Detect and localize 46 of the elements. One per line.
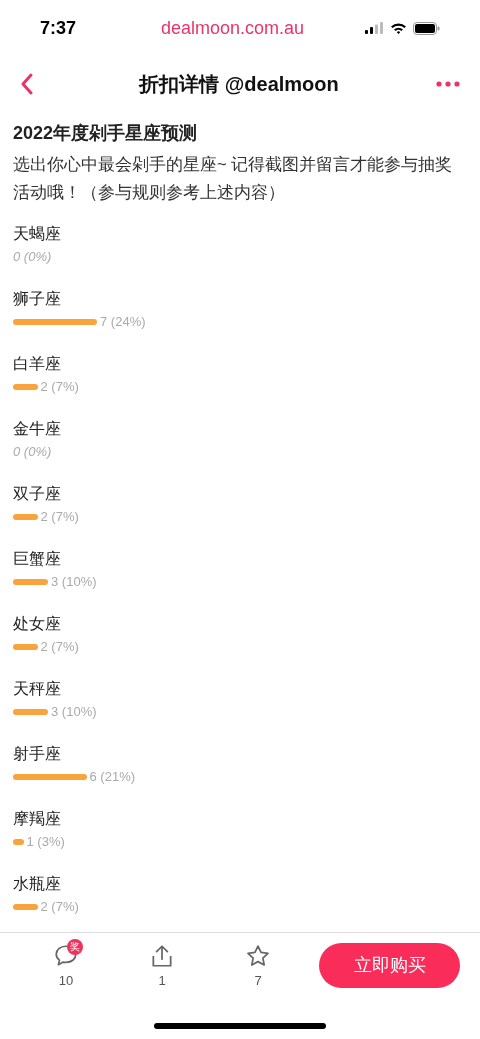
result-bar [13, 384, 38, 390]
buy-now-button[interactable]: 立即购买 [319, 943, 460, 988]
result-count: 6 (21%) [89, 768, 136, 787]
option-label: 白羊座 [13, 354, 62, 374]
option-label: 摩羯座 [13, 809, 62, 829]
result-bar [13, 709, 48, 715]
share-icon [149, 943, 175, 969]
result-bar [13, 579, 48, 585]
result-count: 2 (7%) [40, 898, 79, 917]
battery-icon [413, 21, 440, 35]
option-label: 射手座 [13, 744, 62, 764]
option-label: 处女座 [13, 614, 62, 634]
poll-title: 2022年度剁手星座预测 [13, 122, 199, 145]
result-count: 2 (7%) [40, 508, 79, 527]
option-label: 双子座 [13, 484, 62, 504]
status-time: 7:37 [40, 16, 78, 40]
result-count: 0 (0%) [13, 248, 52, 267]
wifi-icon [390, 22, 407, 34]
result-bar [13, 904, 38, 910]
result-count: 3 (10%) [51, 703, 97, 722]
result-bar [13, 644, 38, 650]
speech-bubble-icon [53, 943, 79, 969]
star-icon [245, 943, 271, 969]
favorite-button[interactable]: 7 [210, 943, 306, 991]
share-button[interactable]: 1 [114, 943, 210, 991]
result-count: 2 (7%) [40, 638, 79, 657]
option-label: 水瓶座 [13, 874, 62, 894]
result-bar [13, 839, 24, 845]
option-label: 巨蟹座 [13, 549, 62, 569]
option-label: 金牛座 [13, 419, 62, 439]
url-text: dealmoon.com.au [160, 16, 305, 40]
page-title: 折扣详情 @dealmoon [139, 72, 339, 97]
result-bar [13, 514, 38, 520]
signal-icon [365, 22, 384, 34]
poll-description: 选出你心中最会剁手的星座~ 记得截图并留言才能参与抽奖活动哦！（参与规则参考上述内容） [13, 154, 454, 203]
result-count: 7 (24%) [100, 313, 146, 332]
option-label: 狮子座 [13, 289, 62, 309]
back-icon [20, 73, 34, 95]
option-label: 天秤座 [13, 679, 62, 699]
result-count: 0 (0%) [13, 443, 52, 462]
result-count: 2 (7%) [40, 378, 79, 397]
result-count: 3 (10%) [51, 573, 97, 592]
more-icon [436, 81, 460, 87]
option-label: 天蝎座 [13, 224, 62, 244]
reward-badge: 奖 [67, 939, 83, 955]
result-count: 1 (3%) [26, 833, 65, 852]
